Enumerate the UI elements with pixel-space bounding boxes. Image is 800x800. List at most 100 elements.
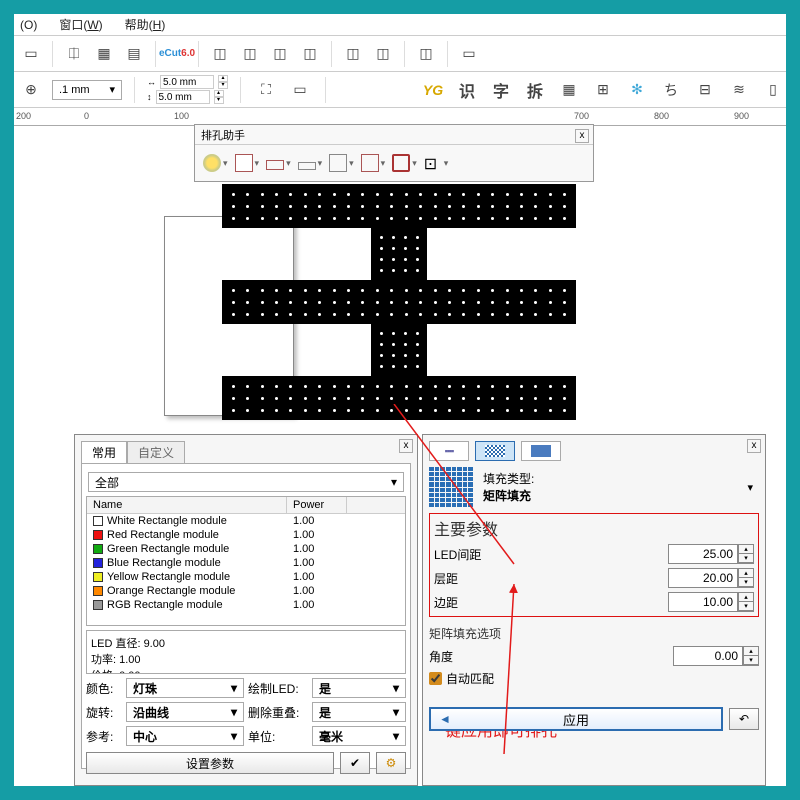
set-params-button[interactable]: 设置参数 xyxy=(86,752,334,774)
tool-f[interactable]: ◫ xyxy=(370,41,396,67)
list-item[interactable]: Green Rectangle module1.00 xyxy=(87,542,405,556)
fill-type-dd[interactable]: ▾ xyxy=(747,481,753,494)
hole-assistant-panel: 排孔助手 x ▾ ▾ ▾ ▾ ▾ ▾ ▾ ⊡▾ xyxy=(194,124,594,182)
layer-input[interactable]: 20.00 xyxy=(668,568,738,588)
hole-assistant-title: 排孔助手 xyxy=(201,127,245,143)
ref-select[interactable]: 中心▾ xyxy=(126,726,244,746)
recognize-btn[interactable]: 识 xyxy=(454,77,480,103)
undo-button[interactable]: ↶ xyxy=(729,708,759,730)
col-power[interactable]: Power xyxy=(287,497,347,513)
fb-btn-1[interactable]: ▾ xyxy=(201,151,230,175)
crop-icon[interactable]: ⛶ xyxy=(253,77,279,103)
height-spin[interactable]: ▴▾ xyxy=(214,90,224,104)
overlap-select[interactable]: 是▾ xyxy=(312,702,406,722)
edge-input[interactable]: 10.00 xyxy=(668,592,738,612)
misc-2[interactable]: ⊞ xyxy=(590,77,616,103)
height-icon: ↕ xyxy=(147,92,152,102)
list-item[interactable]: White Rectangle module1.00 xyxy=(87,514,405,528)
misc-6[interactable]: ▯ xyxy=(760,77,786,103)
list-item[interactable]: Yellow Rectangle module1.00 xyxy=(87,570,405,584)
snowflake-icon[interactable]: ✻ xyxy=(624,77,650,103)
rotate-select[interactable]: 沿曲线▾ xyxy=(126,702,244,722)
fb-btn-8[interactable]: ⊡▾ xyxy=(422,151,451,175)
color-select[interactable]: 灯珠▾ xyxy=(126,678,244,698)
menu-window[interactable]: 窗口(W) xyxy=(59,16,102,33)
apply-button[interactable]: 应用 xyxy=(429,707,723,731)
list-item[interactable]: Blue Rectangle module1.00 xyxy=(87,556,405,570)
ecut-icon[interactable]: eCut6.0 xyxy=(164,41,190,67)
matrix-opts-title: 矩阵填充选项 xyxy=(429,625,759,642)
measure-select[interactable]: .1 mm▾ xyxy=(52,80,122,100)
col-name[interactable]: Name xyxy=(87,497,287,513)
fill-panel: x ▪▪▪▪ 填充类型: 矩阵填充 ▾ 主要参数 LED间距25.00▴▾ 层距… xyxy=(422,434,766,786)
drawled-select[interactable]: 是▾ xyxy=(312,678,406,698)
fb-btn-4[interactable]: ▾ xyxy=(296,151,325,175)
yg-icon[interactable]: YG xyxy=(420,77,446,103)
menu-object[interactable]: (O) xyxy=(20,18,37,32)
tool-a[interactable]: ◫ xyxy=(207,41,233,67)
angle-spin[interactable]: ▴▾ xyxy=(743,646,759,666)
tool-h[interactable]: ▭ xyxy=(456,41,482,67)
tool-new[interactable]: ▭ xyxy=(18,41,44,67)
list-item[interactable]: RGB Rectangle module1.00 xyxy=(87,598,405,612)
main-params-highlight: 主要参数 LED间距25.00▴▾ 层距20.00▴▾ 边距10.00▴▾ xyxy=(429,513,759,617)
width-spin[interactable]: ▴▾ xyxy=(218,75,228,89)
close-icon[interactable]: x xyxy=(747,439,761,453)
fb-btn-2[interactable]: ▾ xyxy=(233,151,262,175)
close-icon[interactable]: x xyxy=(399,439,413,453)
auto-match-check[interactable]: 自动匹配 xyxy=(429,670,759,687)
edge-spin[interactable]: ▴▾ xyxy=(738,592,754,612)
led-spacing-spin[interactable]: ▴▾ xyxy=(738,544,754,564)
tab-common[interactable]: 常用 xyxy=(81,441,127,463)
misc-1[interactable]: ▦ xyxy=(556,77,582,103)
char-btn[interactable]: 字 xyxy=(488,77,514,103)
menu-help[interactable]: 帮助(H) xyxy=(125,16,166,33)
tool-d[interactable]: ◫ xyxy=(297,41,323,67)
toolbar-2: ⊕ .1 mm▾ ↔5.0 mm▴▾ ↕5.0 mm▴▾ ⛶ ▭ YG 识 字 … xyxy=(14,72,786,108)
misc-5[interactable]: ≋ xyxy=(726,77,752,103)
menu-bar: (O) 窗口(W) 帮助(H) xyxy=(14,14,786,36)
tool-g[interactable]: ◫ xyxy=(413,41,439,67)
list-item[interactable]: Red Rectangle module1.00 xyxy=(87,528,405,542)
fill-type-value: 矩阵填充 xyxy=(483,487,531,504)
rp-tab-2[interactable] xyxy=(475,441,515,461)
unit-select[interactable]: 毫米▾ xyxy=(312,726,406,746)
preview-icon xyxy=(429,467,473,507)
toolbar-1: ▭ ⎅ ▦ ▤ eCut6.0 ◫ ◫ ◫ ◫ ◫ ◫ ◫ ▭ xyxy=(14,36,786,72)
filter-select[interactable]: 全部▾ xyxy=(88,472,404,492)
tool-page[interactable]: ▤ xyxy=(121,41,147,67)
rp-tab-1[interactable]: ▪▪▪▪ xyxy=(429,441,469,461)
tool-b[interactable]: ◫ xyxy=(237,41,263,67)
led-spacing-input[interactable]: 25.00 xyxy=(668,544,738,564)
split-btn[interactable]: 拆 xyxy=(522,77,548,103)
layer-spin[interactable]: ▴▾ xyxy=(738,568,754,588)
tool-c[interactable]: ◫ xyxy=(267,41,293,67)
module-panel: x 常用 自定义 全部▾ Name Power White Rectangle … xyxy=(74,434,418,786)
misc-3[interactable]: ち xyxy=(658,77,684,103)
tab-custom[interactable]: 自定义 xyxy=(127,441,185,463)
close-icon[interactable]: x xyxy=(575,129,589,143)
angle-input[interactable]: 0.00 xyxy=(673,646,743,666)
misc-4[interactable]: ⊟ xyxy=(692,77,718,103)
width-icon: ↔ xyxy=(147,77,156,87)
rp-tab-3[interactable] xyxy=(521,441,561,461)
rect-icon[interactable]: ▭ xyxy=(287,77,313,103)
fb-btn-6[interactable]: ▾ xyxy=(359,151,388,175)
canvas[interactable]: 排孔助手 x ▾ ▾ ▾ ▾ ▾ ▾ ▾ ⊡▾ xyxy=(14,126,786,426)
fb-btn-3[interactable]: ▾ xyxy=(264,151,293,175)
fill-type-label: 填充类型: xyxy=(483,470,534,487)
fb-btn-7[interactable]: ▾ xyxy=(390,151,419,175)
tool-align-l[interactable]: ⎅ xyxy=(61,41,87,67)
tool-grid[interactable]: ▦ xyxy=(91,41,117,67)
height-input[interactable]: 5.0 mm xyxy=(156,90,210,104)
tool-e[interactable]: ◫ xyxy=(340,41,366,67)
settings-button[interactable]: ⚙ xyxy=(376,752,406,774)
module-info: LED 直径: 9.00 功率: 1.00 价格: 0.00 xyxy=(86,630,406,674)
check-button[interactable]: ✔ xyxy=(340,752,370,774)
list-item[interactable]: Orange Rectangle module1.00 xyxy=(87,584,405,598)
fb-btn-5[interactable]: ▾ xyxy=(327,151,356,175)
led-character xyxy=(222,184,576,420)
width-input[interactable]: 5.0 mm xyxy=(160,75,214,89)
unit-icon[interactable]: ⊕ xyxy=(18,77,44,103)
module-list[interactable]: Name Power White Rectangle module1.00Red… xyxy=(86,496,406,626)
